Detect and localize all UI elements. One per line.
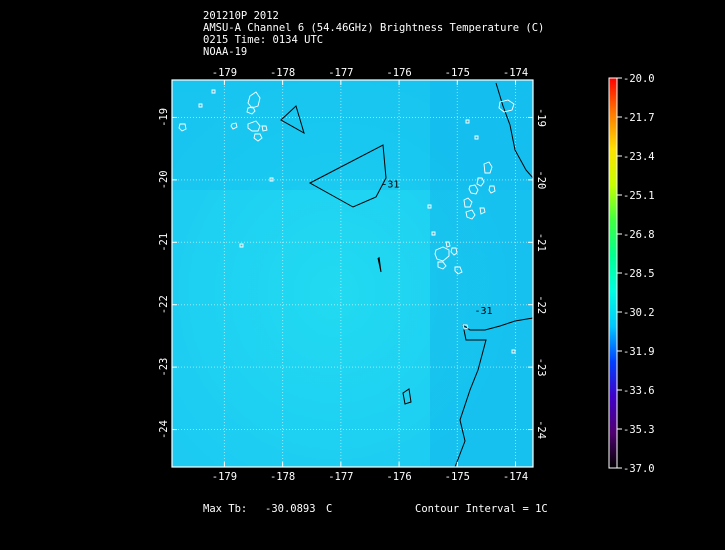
max-tb-label: Max Tb:: [203, 503, 248, 515]
colorbar-ramp: [609, 78, 617, 468]
contour-value-label: -31: [474, 306, 492, 317]
lon-tick-label-bottom: -176: [386, 471, 411, 483]
lon-tick-label-top: -177: [328, 67, 353, 79]
lon-tick-label-top: -175: [445, 67, 470, 79]
colorbar-tick-label: -23.4: [623, 151, 655, 163]
colorbar-tick-label: -26.8: [623, 229, 655, 241]
lon-tick-label-top: -176: [386, 67, 411, 79]
lat-tick-label-right: -21: [535, 233, 547, 252]
lat-tick-label-left: -21: [158, 233, 170, 252]
lon-tick-label-top: -179: [212, 67, 237, 79]
colorbar-tick-label: -31.9: [623, 346, 655, 358]
colorbar-tick-label: -37.0: [623, 463, 655, 475]
lat-tick-label-left: -20: [158, 170, 170, 189]
lon-tick-label-bottom: -175: [445, 471, 470, 483]
lat-tick-label-right: -24: [535, 420, 547, 439]
lat-tick-label-right: -23: [535, 358, 547, 377]
lon-tick-label-bottom: -174: [503, 471, 528, 483]
lat-tick-label-right: -19: [535, 108, 547, 127]
colorbar-tick-label: -21.7: [623, 112, 655, 124]
lat-tick-label-left: -23: [158, 358, 170, 377]
colorbar-tick-label: -28.5: [623, 268, 655, 280]
lon-tick-label-bottom: -177: [328, 471, 353, 483]
cool-region-shading-north: [172, 80, 533, 190]
contour-value-label: -31: [381, 179, 399, 190]
colorbar-tick-label: -35.3: [623, 424, 655, 436]
lon-tick-label-top: -178: [270, 67, 295, 79]
max-tb-unit: C: [326, 503, 333, 515]
lat-tick-label-right: -20: [535, 170, 547, 189]
lon-tick-label-bottom: -179: [212, 471, 237, 483]
contour-interval: Contour Interval = 1C: [415, 503, 548, 515]
colorbar-tick-label: -30.2: [623, 307, 655, 319]
lon-tick-label-top: -174: [503, 67, 528, 79]
colorbar-tick-label: -25.1: [623, 190, 655, 202]
lat-tick-label-left: -24: [158, 420, 170, 439]
colorbar-tick-label: -33.6: [623, 385, 655, 397]
colorbar-tick-label: -20.0: [623, 73, 655, 85]
lat-tick-label-right: -22: [535, 295, 547, 314]
max-tb-value: -30.0893: [265, 503, 316, 515]
map-figure: -31 -31 -179 -179 -178 -178 -177 -177 -176 -176 -…: [158, 67, 655, 483]
lon-tick-label-bottom: -178: [270, 471, 295, 483]
colorbar: -20.0 -21.7 -23.4 -25.1 -26.8 -28.5 -30.2 -31.9…: [608, 73, 655, 475]
lat-tick-label-left: -22: [158, 295, 170, 314]
lat-tick-label-left: -19: [158, 108, 170, 127]
